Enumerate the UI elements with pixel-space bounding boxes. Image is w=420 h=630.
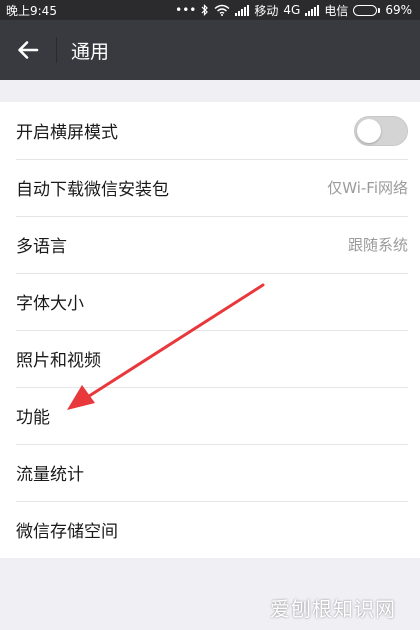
carrier-1: 移动	[254, 3, 279, 18]
toggle-knob	[357, 118, 381, 143]
wifi-icon	[214, 4, 230, 16]
watermark: 爱刨根知识网	[270, 597, 396, 621]
setting-label: 流量统计	[16, 465, 84, 485]
setting-label: 微信存储空间	[16, 522, 118, 542]
signal-icon-2	[305, 4, 320, 16]
setting-photos-videos[interactable]: 照片和视频	[0, 330, 420, 387]
landscape-toggle[interactable]	[354, 115, 408, 146]
setting-value: 仅Wi-Fi网络	[327, 179, 408, 197]
arrow-left-icon	[18, 41, 39, 59]
settings-list: 开启横屏模式 自动下载微信安装包 仅Wi-Fi网络 多语言 跟随系统 字体大小 …	[0, 102, 420, 558]
title-divider	[56, 37, 57, 63]
setting-label: 多语言	[16, 237, 67, 257]
setting-features[interactable]: 功能	[0, 387, 420, 444]
setting-landscape-mode[interactable]: 开启横屏模式	[0, 102, 420, 159]
status-bar: 晚上9:45 ••• 移动 4G 电信 69%	[0, 0, 420, 20]
setting-font-size[interactable]: 字体大小	[0, 273, 420, 330]
title-bar: 通用	[0, 20, 420, 80]
setting-auto-download[interactable]: 自动下载微信安装包 仅Wi-Fi网络	[0, 159, 420, 216]
battery-percent: 69%	[385, 3, 412, 17]
setting-label: 功能	[16, 408, 50, 428]
setting-storage[interactable]: 微信存储空间	[0, 501, 420, 558]
bluetooth-icon	[201, 4, 209, 16]
setting-language[interactable]: 多语言 跟随系统	[0, 216, 420, 273]
setting-label: 照片和视频	[16, 351, 101, 371]
notification-dots: •••	[175, 3, 197, 17]
back-button[interactable]	[0, 20, 56, 80]
status-time: 晚上9:45	[6, 3, 57, 18]
network-type: 4G	[283, 3, 301, 17]
battery-icon	[353, 4, 381, 16]
setting-label: 字体大小	[16, 294, 84, 314]
signal-icon-1	[235, 4, 250, 16]
setting-data-usage[interactable]: 流量统计	[0, 444, 420, 501]
setting-label: 自动下载微信安装包	[16, 180, 169, 200]
page-title: 通用	[71, 40, 110, 63]
status-icons: ••• 移动 4G 电信 69%	[175, 2, 412, 19]
setting-label: 开启横屏模式	[16, 123, 118, 143]
carrier-2: 电信	[324, 3, 349, 18]
setting-value: 跟随系统	[347, 236, 408, 254]
